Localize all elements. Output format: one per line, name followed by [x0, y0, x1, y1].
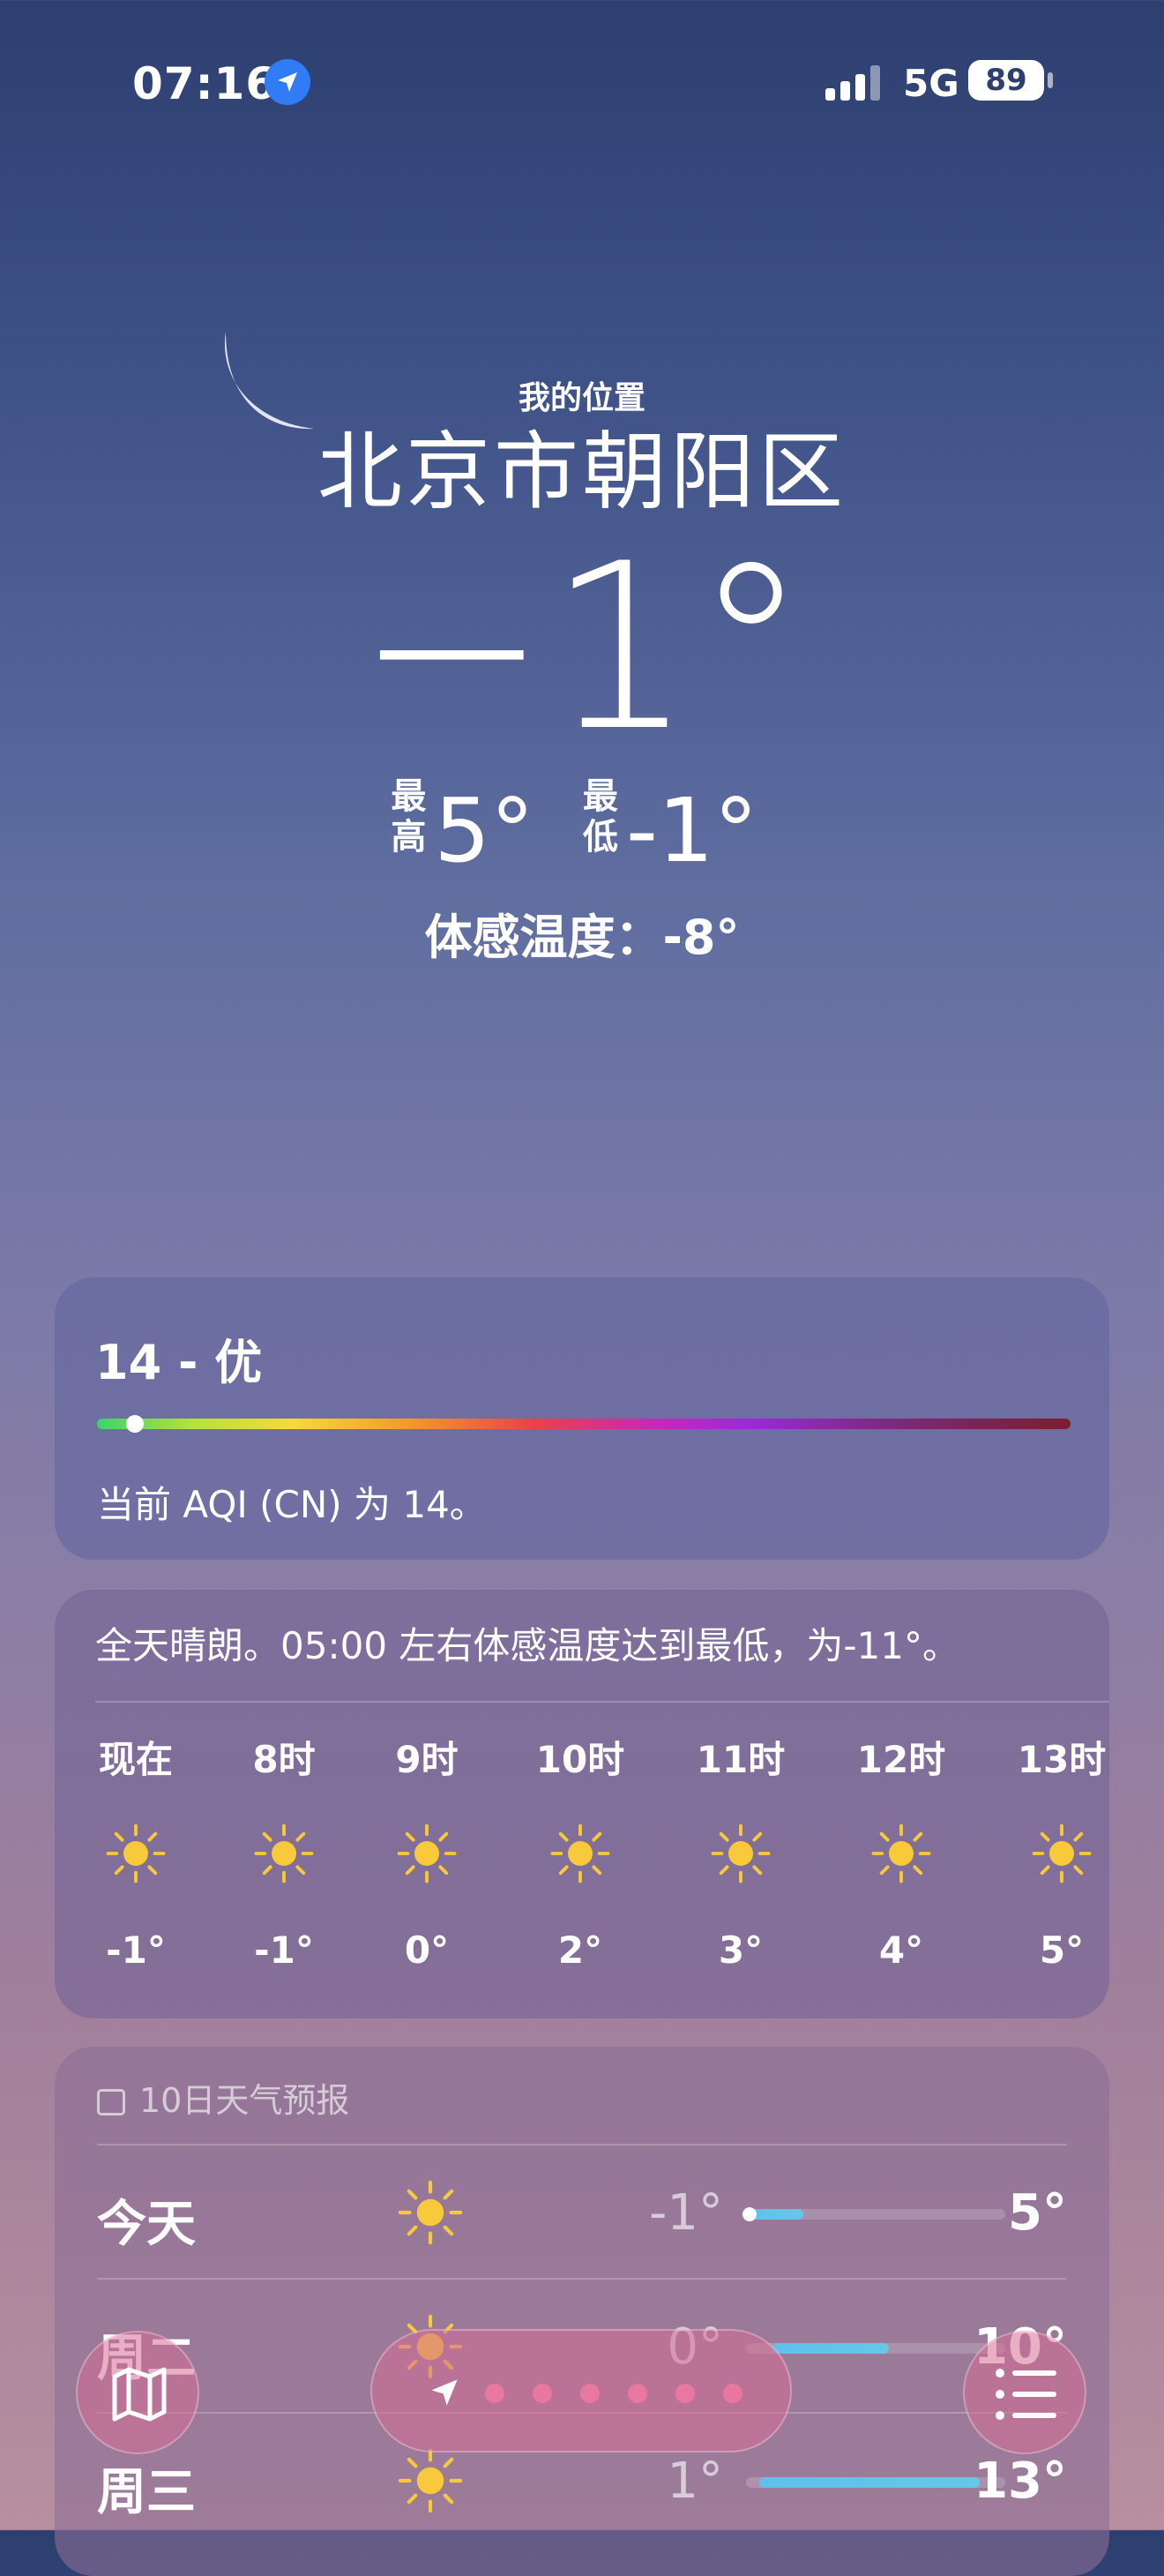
- hourly-forecast-card[interactable]: 全天晴朗。05:00 左右体感温度达到最低，为-11°。 现在 -1° 8时 -1…: [55, 1590, 1109, 2018]
- location-header: 我的位置 北京市朝阳区: [0, 379, 1164, 520]
- page-dot[interactable]: [533, 2384, 552, 2403]
- aqi-indicator: [126, 1415, 145, 1433]
- hour-label: 11时: [696, 1738, 786, 1781]
- hour-temp: 2°: [557, 1928, 603, 1972]
- hour-label: 12时: [856, 1738, 946, 1781]
- battery-icon: [1048, 72, 1053, 88]
- low-value: -1°: [625, 779, 758, 882]
- current-location-icon: [431, 2379, 458, 2406]
- temp-range-fill: [758, 2477, 980, 2488]
- low-label: 最低: [582, 776, 618, 857]
- hour-temp: -1°: [254, 1928, 314, 1972]
- day-name: 周三: [97, 2464, 196, 2521]
- ten-day-title: 10日天气预报: [139, 2081, 350, 2120]
- air-quality-card[interactable]: 14 - 优 当前 AQI (CN) 为 14。: [55, 1277, 1109, 1560]
- cellular-signal-icon: [825, 65, 882, 101]
- aqi-scale-bar: [97, 1419, 1071, 1429]
- page-dot[interactable]: [628, 2384, 647, 2403]
- day-high: 13°: [974, 2452, 1067, 2510]
- hour-temp: 5°: [1039, 1928, 1085, 1972]
- hourly-item: 8时 -1°: [231, 1738, 337, 1972]
- page-dot[interactable]: [580, 2384, 600, 2403]
- hourly-item: 12时 4°: [848, 1738, 954, 1972]
- ten-day-header: 10日天气预报: [97, 2073, 349, 2122]
- high-value: 5°: [434, 779, 535, 882]
- hourly-item: 10时 2°: [527, 1738, 633, 1972]
- sun-icon: [83, 1823, 189, 1884]
- page-dot[interactable]: [723, 2384, 742, 2403]
- status-time: 07:16: [132, 58, 278, 109]
- map-icon: [112, 2367, 167, 2422]
- hour-temp: 4°: [878, 1928, 924, 1972]
- hourly-summary: 全天晴朗。05:00 左右体感温度达到最低，为-11°。: [95, 1624, 959, 1667]
- list-icon: [996, 2369, 1056, 2420]
- feels-like: 体感温度：-8°: [424, 910, 740, 965]
- sun-icon: [688, 1823, 794, 1884]
- page-indicator[interactable]: [370, 2329, 792, 2452]
- page-dot[interactable]: [485, 2384, 504, 2403]
- divider: [95, 1701, 1109, 1703]
- sun-icon: [231, 1823, 337, 1884]
- page-dot[interactable]: [675, 2384, 695, 2403]
- day-low: 1°: [667, 2452, 723, 2510]
- hour-label: 10时: [535, 1738, 625, 1781]
- sun-icon: [374, 1823, 480, 1884]
- aqi-title: 14 - 优: [95, 1335, 263, 1390]
- hour-label: 13时: [1017, 1738, 1107, 1781]
- status-bar: 07:16 5G 89: [0, 55, 1164, 116]
- calendar-icon: [97, 2089, 125, 2115]
- city-name: 北京市朝阳区: [317, 423, 847, 521]
- hourly-item: 现在 -1°: [83, 1738, 189, 1972]
- hourly-item: 13时 5°: [1009, 1738, 1109, 1972]
- sun-icon: [397, 2447, 464, 2518]
- hour-label: 9时: [395, 1738, 459, 1781]
- temp-range-bar: [742, 2207, 1005, 2221]
- locations-list-button[interactable]: [963, 2331, 1086, 2454]
- bottom-toolbar: [0, 2311, 1164, 2454]
- day-low: -1°: [649, 2184, 723, 2242]
- hourly-item: 9时 0°: [374, 1738, 480, 1972]
- forecast-day-row[interactable]: 今天 -1° 5°: [97, 2144, 1067, 2278]
- high-low-temperature: 最高5° 最低-1°: [0, 776, 1164, 880]
- sun-icon: [848, 1823, 954, 1884]
- location-services-icon: [265, 59, 310, 105]
- hour-label: 8时: [252, 1738, 316, 1781]
- high-label: 最高: [391, 776, 427, 857]
- hour-label: 现在: [98, 1738, 173, 1781]
- hourly-item: 11时 3°: [688, 1738, 794, 1972]
- sun-icon: [397, 2179, 464, 2250]
- current-temperature: −1°: [355, 515, 809, 782]
- day-name: 今天: [97, 2196, 196, 2253]
- hour-temp: 0°: [404, 1928, 450, 1972]
- location-label: 我的位置: [518, 380, 645, 416]
- network-type: 5G: [903, 62, 959, 105]
- temp-range-bar: [746, 2477, 1005, 2488]
- hour-temp: 3°: [718, 1928, 764, 1972]
- map-button[interactable]: [76, 2331, 199, 2454]
- current-temp-marker: [742, 2207, 757, 2221]
- hour-temp: -1°: [106, 1928, 166, 1972]
- aqi-description: 当前 AQI (CN) 为 14。: [97, 1483, 487, 1526]
- sun-icon: [527, 1823, 633, 1884]
- battery-level: 89: [968, 60, 1044, 101]
- day-high: 5°: [1008, 2184, 1067, 2242]
- sun-icon: [1009, 1823, 1109, 1884]
